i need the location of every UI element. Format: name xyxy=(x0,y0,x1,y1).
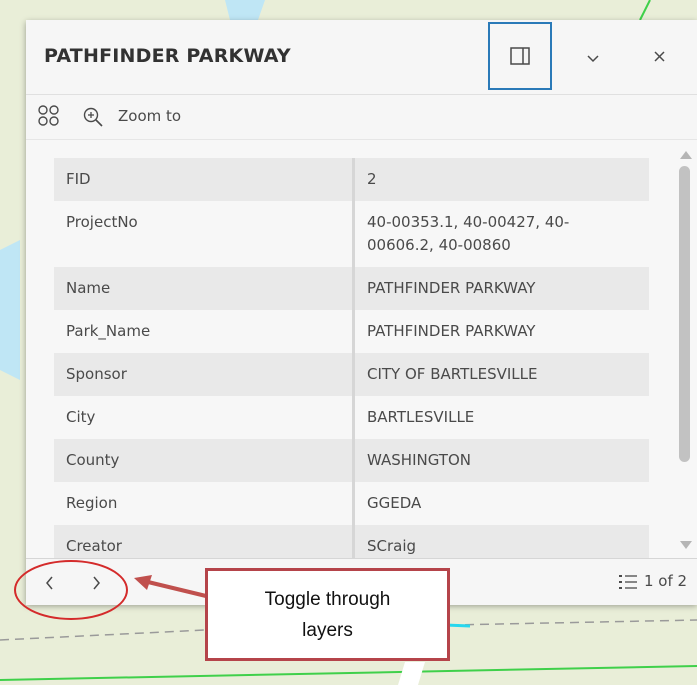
attribute-key: ProjectNo xyxy=(54,201,355,267)
table-row: Name PATHFINDER PARKWAY xyxy=(54,267,649,310)
table-row: ProjectNo 40-00353.1, 40-00427, 40-00606… xyxy=(54,201,649,267)
popup-header: PATHFINDER PARKWAY xyxy=(26,20,697,95)
attribute-value: PATHFINDER PARKWAY xyxy=(353,310,649,353)
popup-toolbar: Zoom to xyxy=(26,95,697,140)
callout-arrow xyxy=(134,575,207,598)
attribute-value: WASHINGTON xyxy=(353,439,649,482)
attribute-table: FID 2 ProjectNo 40-00353.1, 40-00427, 40… xyxy=(54,158,649,558)
attribute-value: BARTLESVILLE xyxy=(353,396,649,439)
attributes-panel: FID 2 ProjectNo 40-00353.1, 40-00427, 40… xyxy=(26,140,697,558)
dock-button[interactable] xyxy=(488,22,552,90)
attribute-key: Creator xyxy=(54,525,355,558)
attribute-value: PATHFINDER PARKWAY xyxy=(353,267,649,310)
attribute-value: SCraig xyxy=(353,525,649,558)
table-row: Region GGEDA xyxy=(54,482,649,525)
table-row: Park_Name PATHFINDER PARKWAY xyxy=(54,310,649,353)
scroll-down-arrow[interactable] xyxy=(675,538,697,552)
apps-icon[interactable] xyxy=(36,103,62,129)
attribute-key: Region xyxy=(54,482,355,525)
attribute-key: FID xyxy=(54,158,355,201)
scroll-up-arrow[interactable] xyxy=(675,148,697,162)
callout-label: Toggle through layers xyxy=(264,588,391,641)
table-row: County WASHINGTON xyxy=(54,439,649,482)
close-icon[interactable] xyxy=(648,44,672,68)
feature-popup: PATHFINDER PARKWAY Zoom to FID 2 Project… xyxy=(26,20,697,605)
attribute-key: Park_Name xyxy=(54,310,355,353)
attribute-key: City xyxy=(54,396,355,439)
popup-title: PATHFINDER PARKWAY xyxy=(44,45,291,67)
callout-highlight-ellipse xyxy=(14,560,128,620)
zoom-to-button[interactable]: Zoom to xyxy=(118,107,181,125)
table-row: Creator SCraig xyxy=(54,525,649,558)
attribute-value: CITY OF BARTLESVILLE xyxy=(353,353,649,396)
dock-icon xyxy=(510,47,530,65)
table-row: Sponsor CITY OF BARTLESVILLE xyxy=(54,353,649,396)
feature-list-icon[interactable] xyxy=(618,573,638,591)
scrollbar-thumb[interactable] xyxy=(679,166,690,462)
attribute-key: County xyxy=(54,439,355,482)
attribute-value: GGEDA xyxy=(353,482,649,525)
attribute-key: Sponsor xyxy=(54,353,355,396)
table-row: FID 2 xyxy=(54,158,649,201)
feature-pager[interactable]: 1 of 2 xyxy=(644,572,687,590)
scrollbar[interactable] xyxy=(675,140,697,558)
attribute-value: 40-00353.1, 40-00427, 40-00606.2, 40-008… xyxy=(353,201,649,267)
callout-label-box: Toggle through layers xyxy=(205,568,450,661)
table-row: City BARTLESVILLE xyxy=(54,396,649,439)
attribute-key: Name xyxy=(54,267,355,310)
zoom-to-icon[interactable] xyxy=(82,106,104,128)
chevron-down-icon[interactable] xyxy=(581,46,605,70)
attribute-value: 2 xyxy=(353,158,649,201)
